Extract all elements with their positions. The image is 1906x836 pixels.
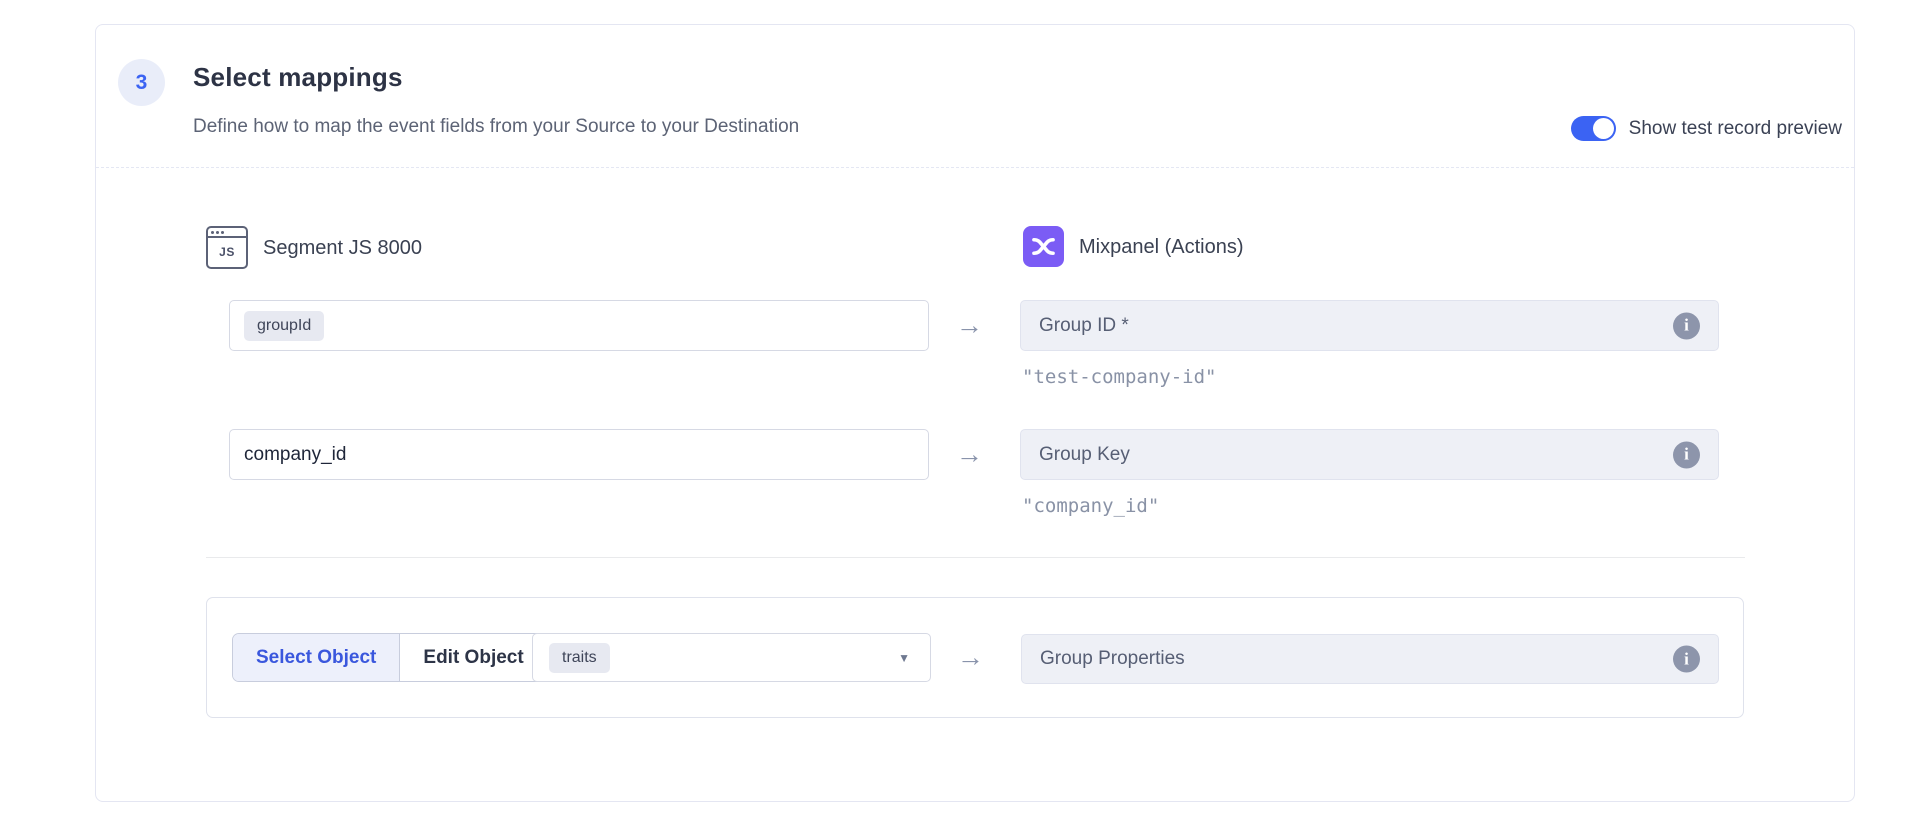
destination-header: Mixpanel (Actions) bbox=[1023, 226, 1244, 267]
destination-name: Mixpanel (Actions) bbox=[1079, 237, 1244, 257]
browser-bar bbox=[208, 228, 246, 238]
test-record-preview-value: "test-company-id" bbox=[1022, 368, 1216, 387]
info-icon[interactable]: i bbox=[1673, 646, 1700, 673]
mapping-arrow-icon: → bbox=[957, 644, 984, 671]
source-header: JS Segment JS 8000 bbox=[206, 226, 422, 269]
source-field-text: company_id bbox=[244, 444, 346, 466]
show-test-record-toggle[interactable] bbox=[1571, 116, 1616, 141]
object-mode-button-group: Select Object Edit Object bbox=[232, 633, 548, 682]
step-number: 3 bbox=[136, 71, 148, 95]
object-source-dropdown[interactable]: traits ▼ bbox=[532, 633, 931, 682]
destination-field-group-id[interactable]: Group ID * i bbox=[1020, 300, 1719, 351]
source-field-chip: groupId bbox=[244, 311, 324, 341]
step-number-badge: 3 bbox=[118, 59, 165, 106]
toggle-knob bbox=[1593, 118, 1614, 139]
object-mapping-box: Select Object Edit Object traits ▼ → Gro… bbox=[206, 597, 1744, 718]
destination-field-label: Group ID * bbox=[1039, 315, 1129, 337]
destination-field-group-key[interactable]: Group Key i bbox=[1020, 429, 1719, 480]
js-glyph: JS bbox=[208, 238, 246, 265]
page-title: Select mappings bbox=[193, 64, 403, 90]
mapping-arrow-icon: → bbox=[956, 441, 983, 468]
info-icon[interactable]: i bbox=[1673, 312, 1700, 339]
source-field-input-groupid[interactable]: groupId bbox=[229, 300, 929, 351]
destination-field-label: Group Key bbox=[1039, 444, 1130, 466]
chevron-down-icon: ▼ bbox=[898, 651, 910, 665]
select-mappings-card: 3 Select mappings Define how to map the … bbox=[95, 24, 1855, 802]
destination-field-group-properties[interactable]: Group Properties i bbox=[1021, 634, 1719, 684]
select-object-button[interactable]: Select Object bbox=[233, 634, 399, 681]
test-record-preview-control: Show test record preview bbox=[1571, 116, 1842, 141]
page-subtitle: Define how to map the event fields from … bbox=[193, 117, 799, 136]
destination-field-label: Group Properties bbox=[1040, 648, 1185, 670]
info-icon[interactable]: i bbox=[1673, 441, 1700, 468]
edit-object-button[interactable]: Edit Object bbox=[399, 634, 546, 681]
mixpanel-icon bbox=[1023, 226, 1064, 267]
source-field-input-company-id[interactable]: company_id bbox=[229, 429, 929, 480]
source-name: Segment JS 8000 bbox=[263, 238, 422, 258]
test-record-preview-value: "company_id" bbox=[1022, 497, 1159, 516]
section-divider bbox=[206, 557, 1745, 558]
segment-js-source-icon: JS bbox=[206, 226, 248, 269]
toggle-label: Show test record preview bbox=[1629, 119, 1842, 138]
mapping-arrow-icon: → bbox=[956, 312, 983, 339]
header-divider bbox=[96, 167, 1854, 168]
dropdown-value-chip: traits bbox=[549, 643, 610, 673]
